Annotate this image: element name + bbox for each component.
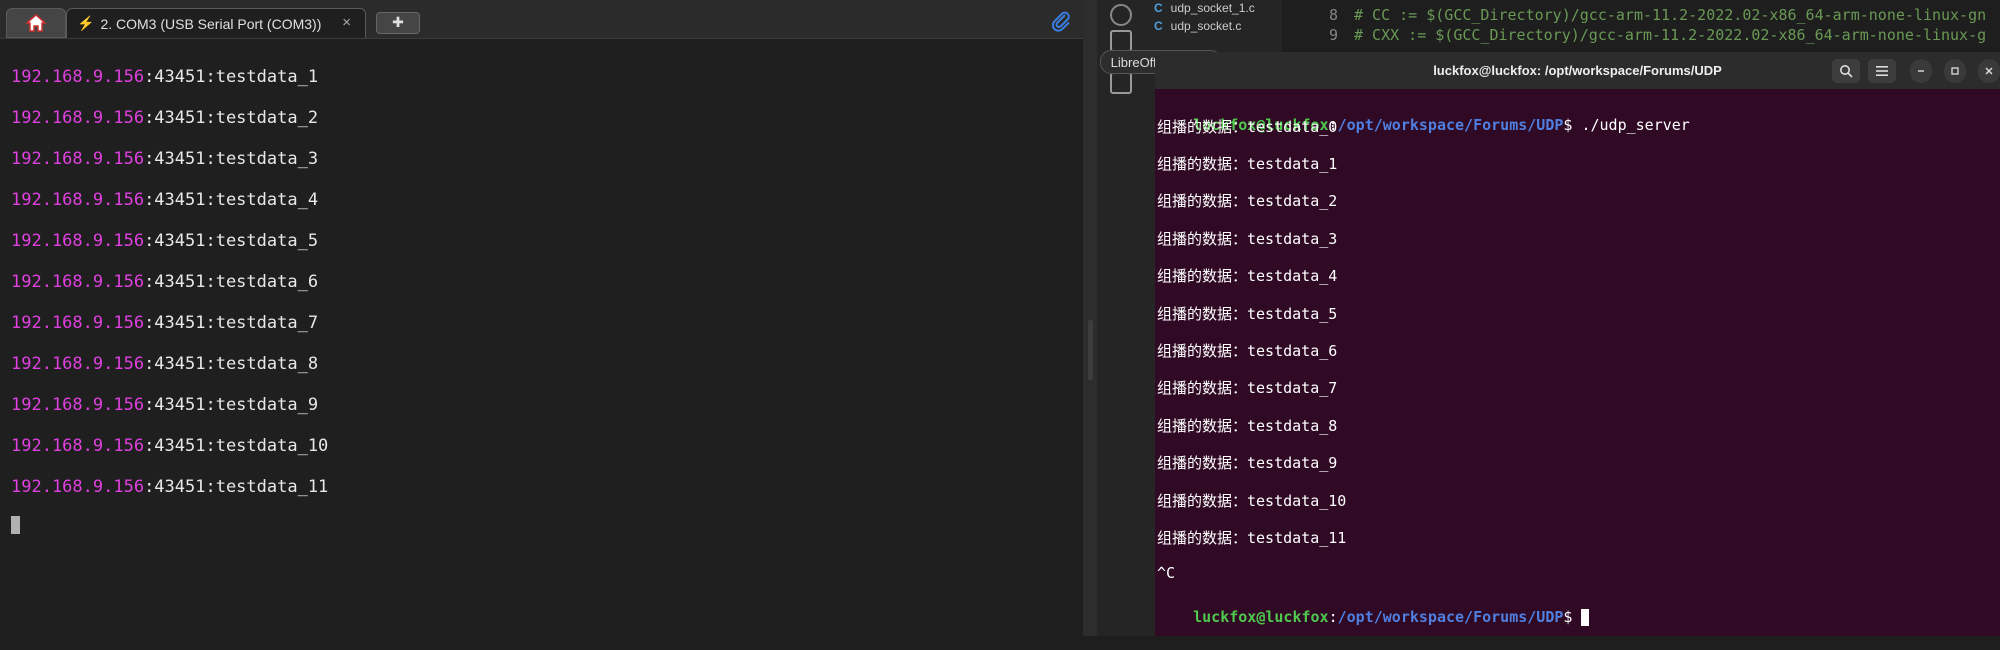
prompt-dollar-final: $ [1563,608,1582,627]
code-comment: # CXX := $(GCC_Directory)/gcc-arm-11.2-2… [1354,26,1987,44]
serial-line: 192.168.9.156:43451:testdata_9 [11,390,328,431]
c-file-icon: C [1154,1,1163,15]
home-tab[interactable] [6,8,66,38]
message-line: 组播的数据：testdata_5 [1157,304,1338,323]
serial-line-ip: 192.168.9.156 [11,149,145,169]
serial-line-data: :43451:testdata_7 [144,313,319,333]
serial-line-ip: 192.168.9.156 [11,272,145,292]
code-comment: # CC := $(GCC_Directory)/gcc-arm-11.2-20… [1354,6,1987,24]
terminal-output[interactable]: luckfox@luckfox:/opt/workspace/Forums/UD… [1157,92,1690,627]
serial-line-data: :43451:testdata_10 [144,436,329,456]
prompt-line-command: luckfox@luckfox:/opt/workspace/Forums/UD… [1157,92,1690,134]
prompt-dollar: $ [1563,116,1582,134]
message-line: 组播的数据：testdata_2 [1157,192,1338,211]
code-line: 9 # CXX := $(GCC_Directory)/gcc-arm-11.2-… [1282,26,1986,46]
hamburger-menu-icon [1876,66,1888,76]
message-line: 组播的数据：testdata_4 [1157,267,1338,286]
debug-icon[interactable] [1110,4,1132,26]
explorer-file-name: udp_socket_1.c [1170,1,1255,15]
remote-explorer-icon[interactable] [1110,72,1132,94]
serial-line-ip: 192.168.9.156 [11,67,145,87]
message-line: 组播的数据：testdata_3 [1157,229,1338,248]
command-text: ./udp_server [1581,116,1690,134]
serial-line: 192.168.9.156:43451:testdata_7 [11,308,328,349]
terminal-cursor [11,516,20,534]
message-list: 组播的数据：testdata_1 组播的数据：testdata_2 组播的数据：te… [1157,151,1690,562]
maximize-icon [1951,67,1959,75]
serial-line-data: :43451:testdata_3 [144,149,319,169]
message-line: 组播的数据：testdata_1 [1157,155,1338,173]
c-file-icon: C [1154,19,1163,33]
minimize-icon [1918,70,1924,72]
interrupt-line: ^C [1157,564,1176,583]
serial-line: 192.168.9.156:43451:testdata_5 [11,226,328,267]
divider-handle[interactable] [1088,320,1093,380]
serial-line-ip: 192.168.9.156 [11,395,145,415]
new-tab-button[interactable]: ✚ [376,12,420,34]
serial-line: 192.168.9.156:43451:testdata_3 [11,144,328,185]
minimize-button[interactable] [1910,59,1932,83]
serial-line-data: :43451:testdata_11 [144,477,329,497]
serial-line-data: :43451:testdata_1 [144,67,319,87]
serial-line-data: :43451:testdata_5 [144,231,319,251]
close-button[interactable] [1978,59,2000,83]
line-number: 9 [1328,26,1338,44]
serial-line-ip: 192.168.9.156 [11,477,145,497]
vscode-editor[interactable]: 8 # CC := $(GCC_Directory)/gcc-arm-11.2-2… [1282,0,2000,52]
serial-line-ip: 192.168.9.156 [11,231,145,251]
tab-close-icon[interactable]: × [342,14,351,31]
explorer-file-name: udp_socket.c [1170,19,1242,33]
close-icon [1985,67,1993,75]
message-line: 组播的数据：testdata_10 [1157,491,1347,510]
serial-output: 192.168.9.156:43451:testdata_1 192.168.9.… [11,62,328,513]
vscode-explorer: Cudp_socket_1.c Cudp_socket.c [1140,0,1282,52]
terminal-search-button[interactable] [1832,59,1860,83]
prompt-user-final: luckfox@luckfox [1193,608,1329,627]
explorer-file-item[interactable]: Cudp_socket_1.c [1154,0,1255,16]
extensions-icon[interactable] [1110,30,1132,52]
tab-com3[interactable]: ⚡ 2. COM3 (USB Serial Port (COM3)) × [66,8,366,38]
message-line: 组播的数据：testdata_7 [1157,379,1338,398]
prompt-path-final: /opt/workspace/Forums/UDP [1337,608,1564,627]
serial-line-data: :43451:testdata_6 [144,272,319,292]
tab-com3-label: 2. COM3 (USB Serial Port (COM3)) [100,15,322,32]
serial-line-ip: 192.168.9.156 [11,190,145,210]
prompt-separator-final: : [1328,608,1338,627]
paperclip-icon[interactable] [1050,10,1072,32]
serial-line: 192.168.9.156:43451:testdata_10 [11,431,328,472]
message-line: 组播的数据：testdata_11 [1157,528,1347,547]
home-icon [26,14,46,32]
terminal-menu-button[interactable] [1868,59,1896,83]
serial-line-data: :43451:testdata_9 [144,395,319,415]
serial-line: 192.168.9.156:43451:testdata_4 [11,185,328,226]
serial-line-data: :43451:testdata_4 [144,190,319,210]
serial-line: 192.168.9.156:43451:testdata_11 [11,472,328,513]
serial-plug-icon: ⚡ [77,15,95,31]
line-number: 8 [1328,6,1338,24]
prompt-line-final: luckfox@luckfox:/opt/workspace/Forums/UD… [1157,584,1690,627]
serial-line: 192.168.9.156:43451:testdata_2 [11,103,328,144]
serial-line-ip: 192.168.9.156 [11,108,145,128]
serial-line: 192.168.9.156:43451:testdata_6 [11,267,328,308]
pane-divider[interactable] [1083,0,1097,636]
message-line: 组播的数据：testdata_8 [1157,416,1338,435]
maximize-button[interactable] [1944,59,1966,83]
serial-line-data: :43451:testdata_8 [144,354,319,374]
prompt-path: /opt/workspace/Forums/UDP [1337,116,1564,134]
vscode-activity-bar [1097,0,1157,636]
serial-line-ip: 192.168.9.156 [11,354,145,374]
code-line: 8 # CC := $(GCC_Directory)/gcc-arm-11.2-2… [1282,6,1986,26]
serial-line-data: :43451:testdata_2 [144,108,319,128]
explorer-file-item[interactable]: Cudp_socket.c [1154,18,1241,34]
message-line: 组播的数据：testdata_6 [1157,341,1338,360]
message-line: 组播的数据：testdata_9 [1157,454,1338,473]
terminal-cursor-right [1581,609,1590,627]
serial-line: 192.168.9.156:43451:testdata_1 [11,62,328,103]
serial-line-ip: 192.168.9.156 [11,436,145,456]
search-icon [1840,65,1853,78]
serial-line-ip: 192.168.9.156 [11,313,145,333]
serial-line: 192.168.9.156:43451:testdata_8 [11,349,328,390]
